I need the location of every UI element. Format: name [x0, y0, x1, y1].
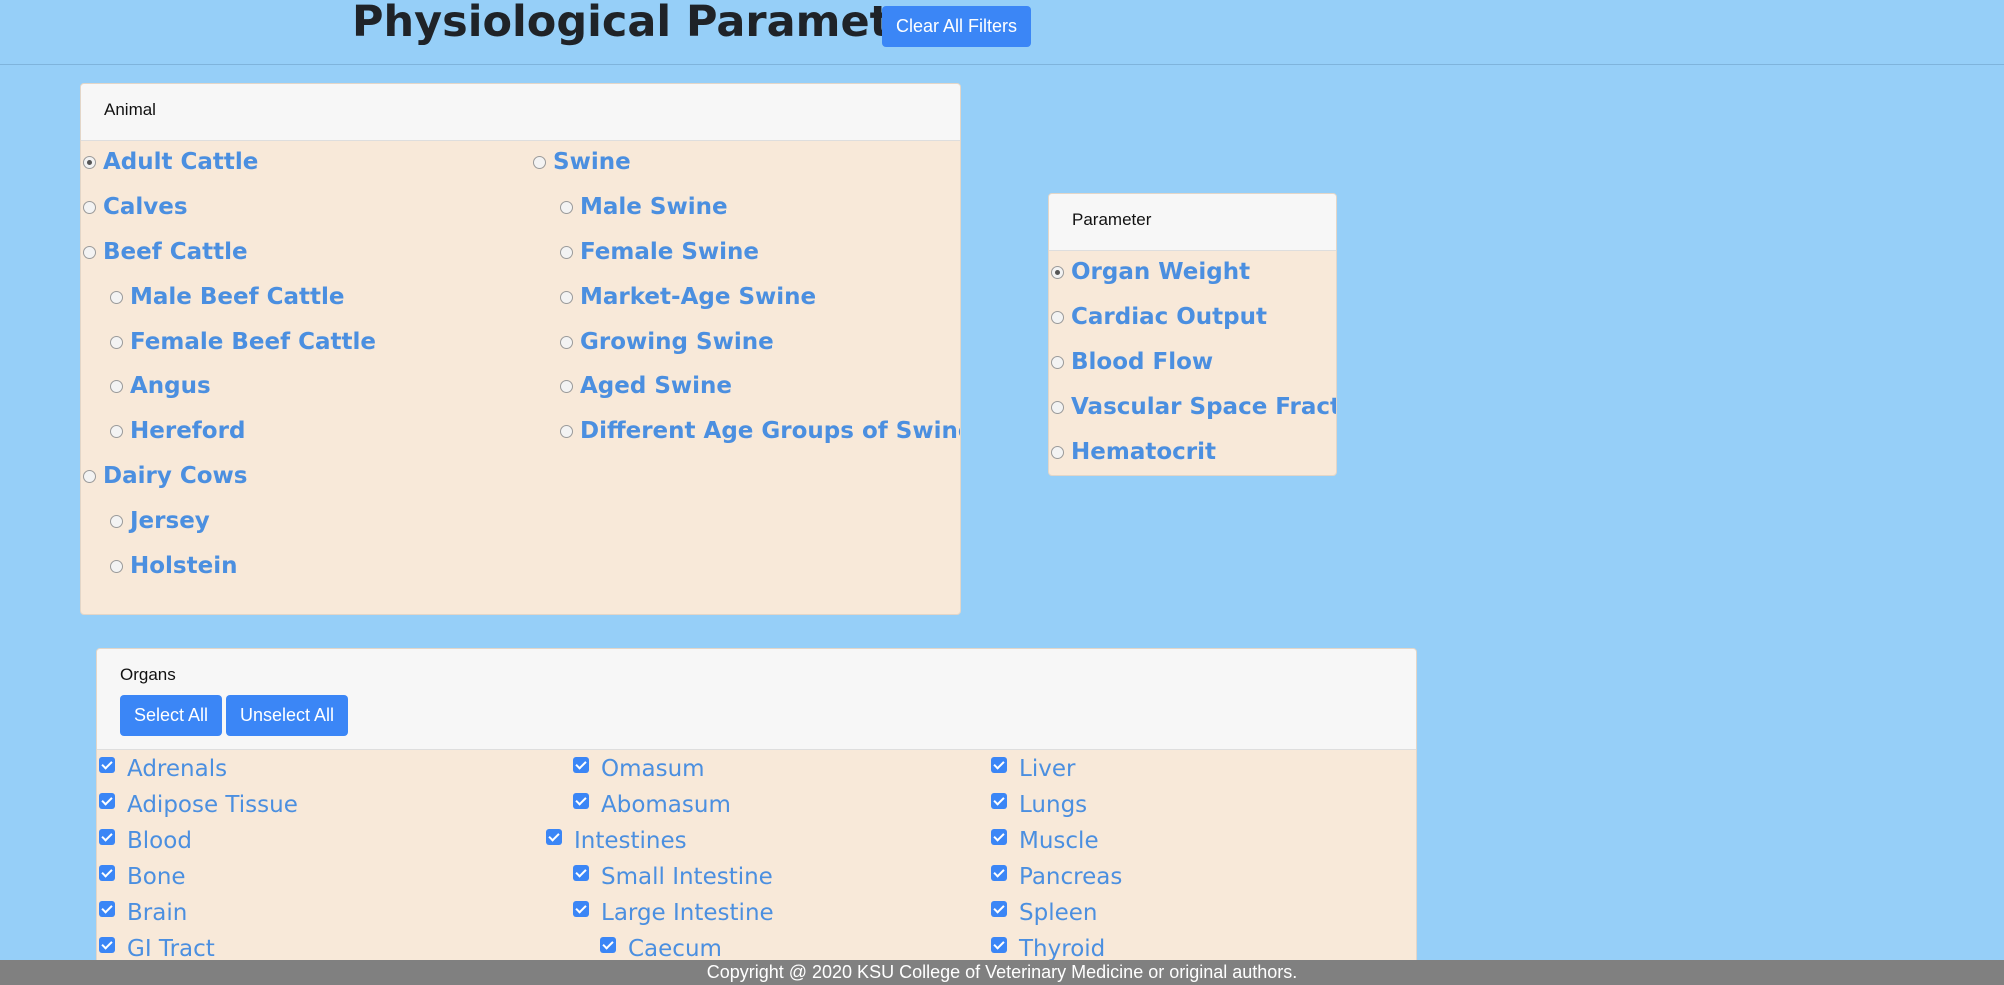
radio-label: Aged Swine — [580, 373, 733, 399]
page-header: Physiological Parameters Clear All Filte… — [0, 0, 2004, 65]
checkbox-label: Blood — [127, 828, 192, 854]
organs-card: Organs Select All Unselect All Adrenals … — [96, 648, 1417, 968]
checkbox-label: Abomasum — [601, 792, 731, 818]
checkbox[interactable] — [99, 901, 115, 917]
radio-button[interactable] — [83, 156, 96, 169]
radio-label: Female Swine — [580, 239, 760, 265]
checkbox[interactable] — [99, 937, 115, 953]
footer-copyright: Copyright @ 2020 KSU College of Veterina… — [706, 962, 1298, 982]
animal-radio-list: Adult Cattle Calves Beef Cattle Male Bee… — [81, 141, 961, 614]
parameter-card: Parameter Organ Weight Cardiac Output Bl… — [1048, 193, 1337, 476]
page-title: Physiological Parameters — [352, 0, 967, 47]
checkbox[interactable] — [99, 793, 115, 809]
checkbox[interactable] — [573, 793, 589, 809]
checkbox-label: Spleen — [1019, 900, 1098, 926]
radio-button[interactable] — [560, 246, 573, 259]
radio-button[interactable] — [560, 425, 573, 438]
checkbox-label: Adipose Tissue — [127, 792, 298, 818]
radio-button[interactable] — [560, 291, 573, 304]
checkbox[interactable] — [600, 937, 616, 953]
checkbox[interactable] — [99, 757, 115, 773]
checkbox[interactable] — [573, 901, 589, 917]
radio-label: Male Beef Cattle — [130, 284, 345, 310]
radio-label: Holstein — [130, 553, 238, 579]
organs-checkbox-list: Adrenals Adipose Tissue Blood Bone Brain… — [97, 750, 1416, 967]
radio-label: Beef Cattle — [103, 239, 248, 265]
organs-card-header: Organs Select All Unselect All — [97, 649, 1416, 750]
radio-button[interactable] — [110, 425, 123, 438]
checkbox[interactable] — [546, 829, 562, 845]
radio-button[interactable] — [1051, 446, 1064, 459]
checkbox[interactable] — [991, 757, 1007, 773]
checkbox[interactable] — [99, 829, 115, 845]
radio-label: Cardiac Output — [1071, 304, 1268, 330]
radio-label: Female Beef Cattle — [130, 329, 376, 355]
radio-button[interactable] — [110, 291, 123, 304]
checkbox-label: Large Intestine — [601, 900, 774, 926]
select-all-button[interactable]: Select All — [120, 695, 223, 736]
radio-button[interactable] — [1051, 401, 1064, 414]
checkbox[interactable] — [991, 829, 1007, 845]
checkbox[interactable] — [991, 937, 1007, 953]
radio-label: Vascular Space Fraction — [1071, 394, 1336, 420]
parameter-card-header: Parameter — [1049, 194, 1336, 251]
radio-button[interactable] — [83, 470, 96, 483]
checkbox-label: Liver — [1019, 756, 1076, 782]
radio-label: Jersey — [130, 508, 210, 534]
radio-button[interactable] — [110, 560, 123, 573]
checkbox[interactable] — [99, 865, 115, 881]
radio-button[interactable] — [560, 380, 573, 393]
checkbox-label: Lungs — [1019, 792, 1088, 818]
radio-button[interactable] — [110, 380, 123, 393]
checkbox-label: Bone — [127, 864, 186, 890]
checkbox-label: Pancreas — [1019, 864, 1123, 890]
parameter-radio-list: Organ Weight Cardiac Output Blood Flow V… — [1049, 251, 1336, 475]
radio-label: Different Age Groups of Swine — [580, 418, 961, 444]
radio-button[interactable] — [560, 201, 573, 214]
radio-label: Hematocrit — [1071, 439, 1216, 465]
radio-button[interactable] — [83, 201, 96, 214]
radio-label: Calves — [103, 194, 188, 220]
checkbox[interactable] — [573, 757, 589, 773]
unselect-all-button[interactable]: Unselect All — [226, 695, 349, 736]
checkbox-label: Brain — [127, 900, 188, 926]
radio-button[interactable] — [1051, 311, 1064, 324]
radio-button[interactable] — [1051, 266, 1064, 279]
checkbox-label: Adrenals — [127, 756, 228, 782]
radio-button[interactable] — [83, 246, 96, 259]
radio-label: Swine — [553, 149, 631, 175]
radio-label: Hereford — [130, 418, 246, 444]
radio-label: Adult Cattle — [103, 149, 259, 175]
animal-card-title: Animal — [104, 100, 156, 119]
radio-button[interactable] — [533, 156, 546, 169]
radio-button[interactable] — [110, 515, 123, 528]
radio-button[interactable] — [110, 336, 123, 349]
checkbox-label: Omasum — [601, 756, 705, 782]
radio-label: Blood Flow — [1071, 349, 1214, 375]
radio-label: Market-Age Swine — [580, 284, 817, 310]
radio-label: Organ Weight — [1071, 259, 1251, 285]
checkbox[interactable] — [991, 793, 1007, 809]
checkbox-label: Muscle — [1019, 828, 1099, 854]
clear-all-filters-button[interactable]: Clear All Filters — [882, 6, 1032, 47]
checkbox-label: Small Intestine — [601, 864, 773, 890]
checkbox[interactable] — [991, 901, 1007, 917]
radio-label: Dairy Cows — [103, 463, 248, 489]
checkbox[interactable] — [573, 865, 589, 881]
animal-card: Animal Adult Cattle Calves Beef Cattle M… — [80, 83, 961, 615]
radio-label: Male Swine — [580, 194, 728, 220]
checkbox-label: Intestines — [574, 828, 687, 854]
parameter-card-title: Parameter — [1072, 210, 1152, 229]
radio-label: Growing Swine — [580, 329, 774, 355]
radio-label: Angus — [130, 373, 211, 399]
animal-card-header: Animal — [81, 84, 960, 141]
radio-button[interactable] — [560, 336, 573, 349]
footer: Copyright @ 2020 KSU College of Veterina… — [0, 960, 2004, 985]
organs-card-title: Organs — [120, 665, 176, 684]
checkbox[interactable] — [991, 865, 1007, 881]
radio-button[interactable] — [1051, 356, 1064, 369]
